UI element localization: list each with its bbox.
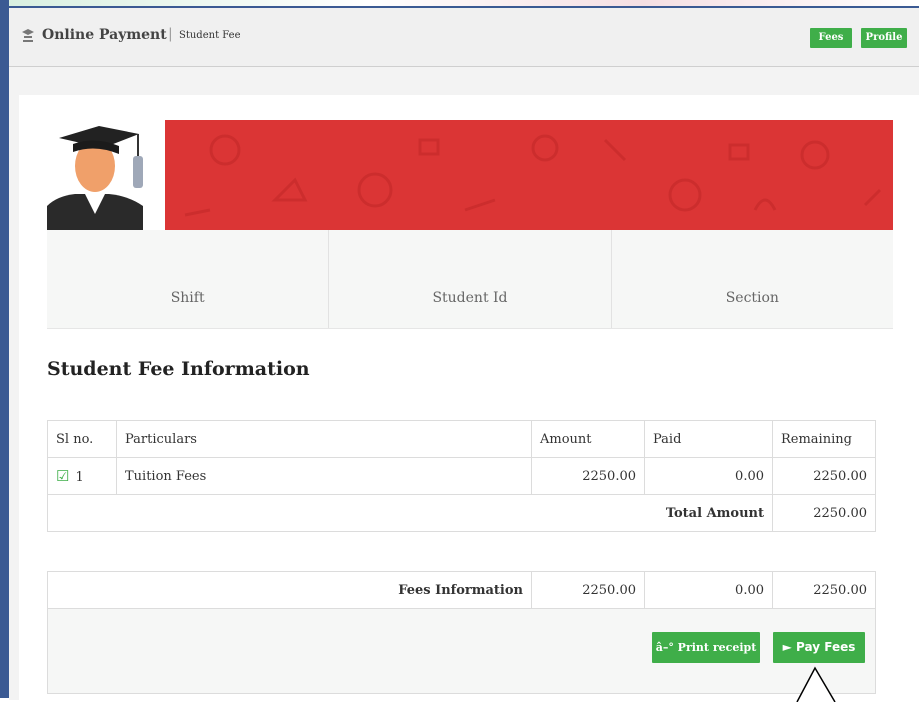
pay-fees-button[interactable]: ► Pay Fees [773, 632, 865, 663]
breadcrumb: Student Fee [179, 30, 241, 41]
app-shell: Online Payment | Student Fee Fees Profil… [9, 6, 919, 700]
top-bar: Online Payment | Student Fee Fees Profil… [9, 8, 919, 67]
total-row: Total Amount 2250.00 [47, 494, 876, 532]
summary-row: Fees Information 2250.00 0.00 2250.00 [47, 571, 876, 609]
paid-cell: 0.00 [644, 457, 773, 495]
graduation-icon [21, 27, 35, 43]
col-paid: Paid [644, 420, 773, 458]
summary-remaining: 2250.00 [772, 571, 876, 609]
table-header-row: Sl no. Particulars Amount Paid Remaining [47, 420, 876, 458]
particulars-cell: Tuition Fees [116, 457, 532, 495]
app-title: Online Payment [42, 27, 167, 43]
summary-paid: 0.00 [644, 571, 773, 609]
action-cell: â–° Print receipt ► Pay Fees [47, 608, 876, 694]
print-receipt-button[interactable]: â–° Print receipt [652, 632, 760, 663]
profile-button[interactable]: Profile [861, 28, 907, 48]
window-frame [0, 0, 9, 698]
amount-cell: 2250.00 [531, 457, 645, 495]
summary-table: Fees Information 2250.00 0.00 2250.00 â–… [47, 571, 876, 694]
table-row: ☑ 1 Tuition Fees 2250.00 0.00 2250.00 [47, 457, 876, 495]
total-value: 2250.00 [772, 494, 876, 532]
col-sl: Sl no. [47, 420, 117, 458]
action-row: â–° Print receipt ► Pay Fees [47, 608, 876, 694]
section-title: Student Fee Information [47, 358, 310, 380]
summary-amount: 2250.00 [531, 571, 645, 609]
remaining-cell: 2250.00 [772, 457, 876, 495]
profile-banner [47, 120, 893, 230]
col-particulars: Particulars [116, 420, 532, 458]
checkbox-checked-icon[interactable]: ☑ [56, 467, 69, 485]
sl-number: 1 [75, 470, 84, 485]
main-panel: Shift Student Id Section Student Fee Inf… [19, 95, 919, 700]
banner-pattern [184, 134, 882, 217]
student-id-field: Student Id [329, 230, 612, 328]
sl-cell: ☑ 1 [47, 457, 117, 495]
shift-field: Shift [47, 230, 330, 328]
section-field: Section [725, 290, 779, 306]
student-avatar [47, 120, 165, 230]
pointer-cursor-icon [796, 666, 836, 702]
summary-label: Fees Information [47, 571, 532, 609]
title-separator: | [168, 26, 173, 42]
fee-table: Sl no. Particulars Amount Paid Remaining… [47, 420, 876, 532]
col-amount: Amount [531, 420, 645, 458]
fees-button[interactable]: Fees [810, 28, 852, 48]
total-label: Total Amount [47, 494, 773, 532]
student-info-row: Shift Student Id Section [47, 230, 893, 329]
col-remaining: Remaining [772, 420, 876, 458]
